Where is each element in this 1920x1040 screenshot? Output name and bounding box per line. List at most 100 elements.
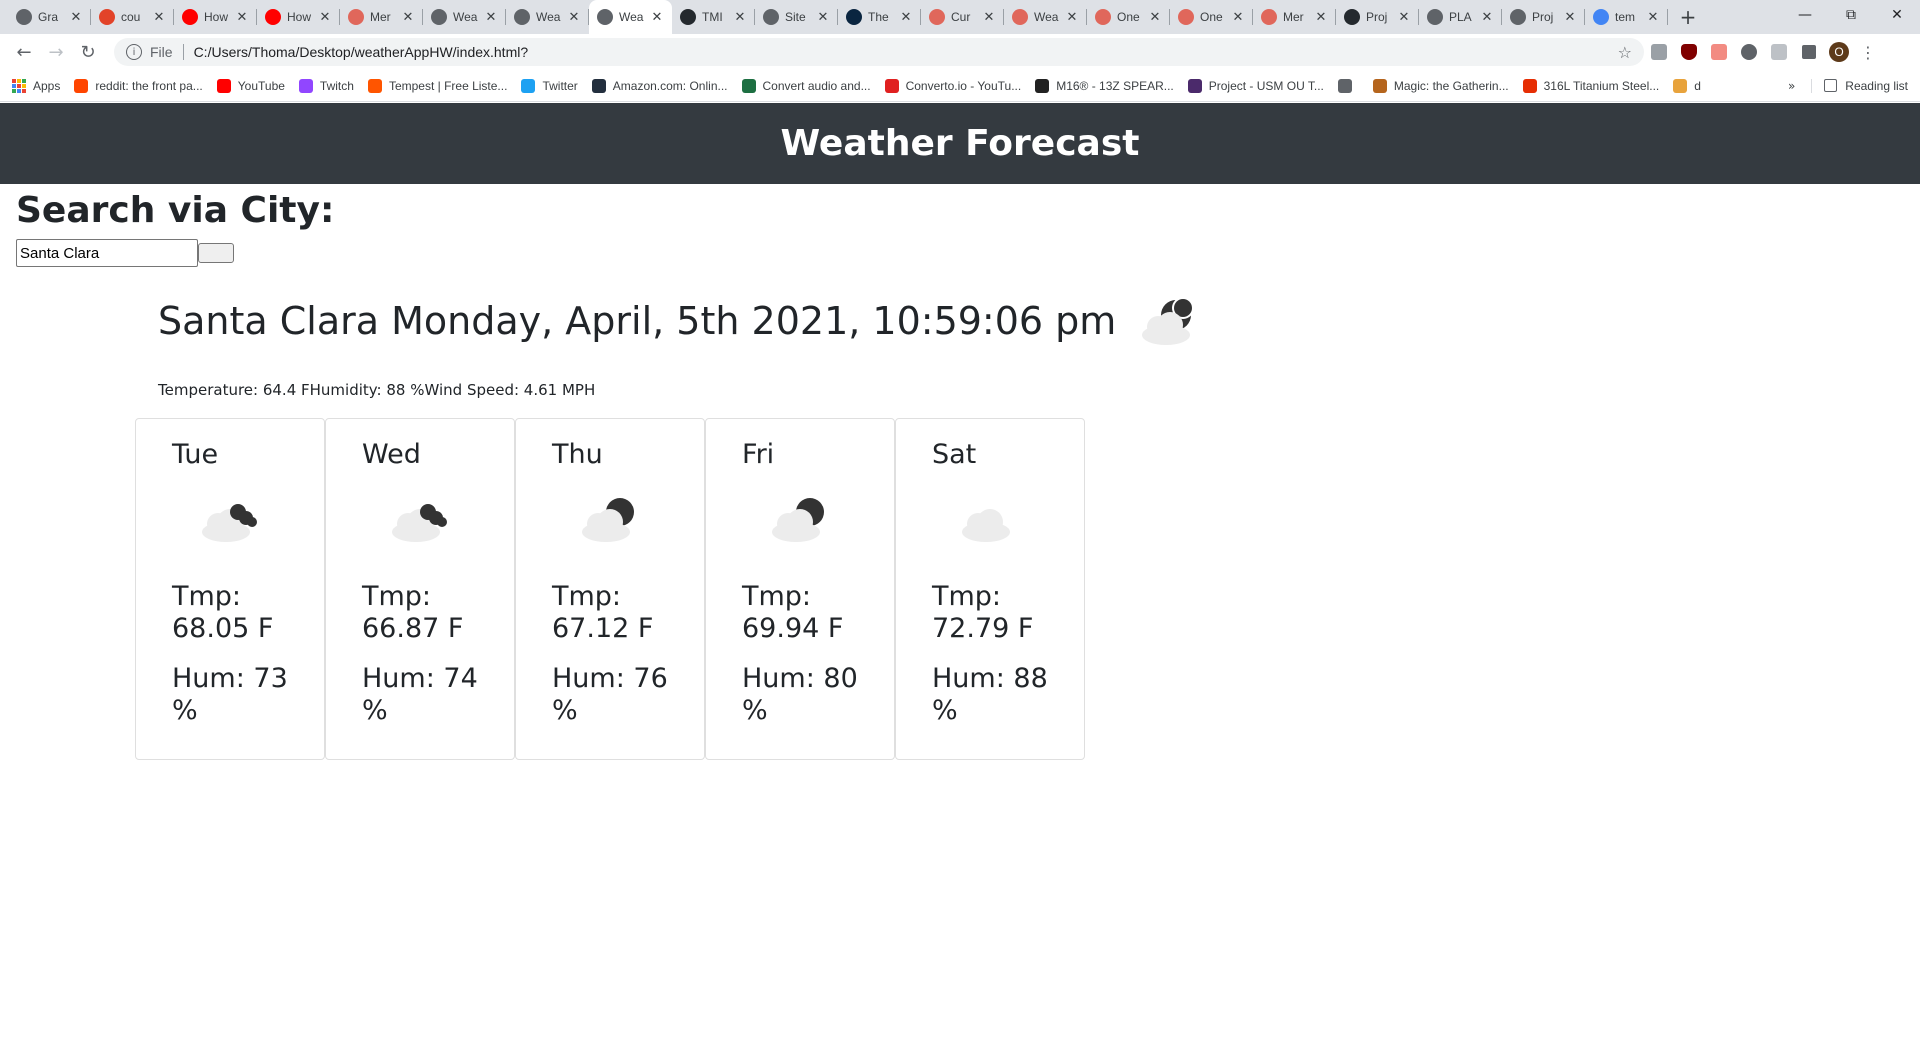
bookmark-favicon-icon (1673, 78, 1688, 93)
bookmark-item[interactable] (1337, 78, 1359, 93)
bookmark-item[interactable]: reddit: the front pa... (74, 78, 203, 93)
tab-close-icon[interactable]: ✕ (401, 10, 415, 25)
restore-icon[interactable]: ⧉ (1828, 0, 1874, 30)
close-window-icon[interactable]: ✕ (1874, 0, 1920, 30)
browser-tab[interactable]: Proj ✕ (1336, 0, 1419, 34)
browser-tab[interactable]: tem ✕ (1585, 0, 1668, 34)
browser-tab[interactable]: Proj ✕ (1502, 0, 1585, 34)
bookmark-list: Apps reddit: the front pa... YouTube Twitch… (12, 78, 1715, 93)
bookmark-item[interactable]: Amazon.com: Onlin... (591, 78, 728, 93)
profile-avatar[interactable]: O (1824, 38, 1854, 66)
menu-kebab-icon[interactable]: ⋮ (1860, 43, 1876, 62)
bookmark-favicon-icon (1522, 78, 1537, 93)
bookmark-item[interactable]: d (1673, 78, 1701, 93)
tab-close-icon[interactable]: ✕ (1065, 10, 1079, 25)
forecast-temperature: Tmp: 69.94 F (742, 581, 844, 644)
bookmark-item[interactable]: Apps (12, 78, 60, 93)
extension-icon[interactable] (1764, 38, 1794, 66)
tab-close-icon[interactable]: ✕ (982, 10, 996, 25)
tab-close-icon[interactable]: ✕ (152, 10, 166, 25)
browser-tab[interactable]: Wea ✕ (589, 0, 672, 34)
extension-icon[interactable] (1644, 38, 1674, 66)
search-button[interactable] (198, 243, 234, 263)
browser-tab[interactable]: Wea ✕ (423, 0, 506, 34)
bookmark-item[interactable]: 316L Titanium Steel... (1522, 78, 1659, 93)
tab-title: Proj (1366, 10, 1388, 24)
tab-close-icon[interactable]: ✕ (1563, 10, 1577, 25)
tab-title: The (868, 10, 889, 24)
extension-icon[interactable] (1704, 38, 1734, 66)
puzzle-icon[interactable] (1794, 38, 1824, 66)
bookmark-item[interactable]: Magic: the Gatherin... (1372, 78, 1509, 93)
bookmark-item[interactable]: Twitch (298, 78, 354, 93)
new-tab-button[interactable]: + (1672, 0, 1704, 34)
url-text[interactable]: C:/Users/Thoma/Desktop/weatherAppHW/inde… (194, 44, 1618, 60)
reading-list-label: Reading list (1845, 78, 1908, 93)
bookmark-favicon-icon (884, 78, 899, 93)
browser-tab[interactable]: How ✕ (174, 0, 257, 34)
bookmark-item[interactable]: Twitter (521, 78, 578, 93)
header-banner: Weather Forecast (0, 103, 1920, 184)
ublock-icon[interactable] (1674, 38, 1704, 66)
browser-tab[interactable]: cou ✕ (91, 0, 174, 34)
square-icon (846, 9, 862, 25)
address-bar[interactable]: i File C:/Users/Thoma/Desktop/weatherApp… (114, 38, 1644, 66)
forecast-card: Sat Tmp: 72.79 F Hum: 88 % (895, 418, 1085, 760)
browser-tab[interactable]: One ✕ (1170, 0, 1253, 34)
tab-close-icon[interactable]: ✕ (650, 10, 664, 25)
browser-tab[interactable]: Mer ✕ (1253, 0, 1336, 34)
bookmark-item[interactable]: Converto.io - YouTu... (884, 78, 1021, 93)
bookmarks-overflow-icon[interactable]: » (1788, 79, 1795, 93)
browser-tab[interactable]: How ✕ (257, 0, 340, 34)
tab-close-icon[interactable]: ✕ (484, 10, 498, 25)
broken-clouds-icon (392, 504, 447, 542)
city-search-input[interactable] (16, 239, 198, 267)
browser-tab[interactable]: Cur ✕ (921, 0, 1004, 34)
tab-close-icon[interactable]: ✕ (1148, 10, 1162, 25)
bookmark-star-icon[interactable]: ☆ (1618, 43, 1632, 62)
extension-icon[interactable] (1734, 38, 1764, 66)
reading-list-button[interactable]: Reading list (1811, 78, 1908, 93)
github-icon (680, 9, 696, 25)
browser-tab[interactable]: One ✕ (1087, 0, 1170, 34)
bookmark-favicon-icon (367, 78, 382, 93)
tab-close-icon[interactable]: ✕ (1646, 10, 1660, 25)
browser-tab[interactable]: Wea ✕ (506, 0, 589, 34)
browser-tab[interactable]: TMI ✕ (672, 0, 755, 34)
browser-tab[interactable]: Mer ✕ (340, 0, 423, 34)
browser-tab[interactable]: Site ✕ (755, 0, 838, 34)
tab-close-icon[interactable]: ✕ (733, 10, 747, 25)
tab-close-icon[interactable]: ✕ (816, 10, 830, 25)
bookmark-item[interactable]: YouTube (216, 78, 285, 93)
bookmark-item[interactable]: M16® - 13Z SPEAR... (1035, 78, 1174, 93)
tab-close-icon[interactable]: ✕ (1480, 10, 1494, 25)
brain-icon (929, 9, 945, 25)
tab-close-icon[interactable]: ✕ (1397, 10, 1411, 25)
browser-tab[interactable]: Wea ✕ (1004, 0, 1087, 34)
tab-close-icon[interactable]: ✕ (1314, 10, 1328, 25)
tab-close-icon[interactable]: ✕ (69, 10, 83, 25)
window-controls: — ⧉ ✕ (1782, 0, 1920, 30)
current-weather: Santa Clara Monday, April, 5th 2021, 10:… (158, 293, 1202, 349)
bookmark-item[interactable]: Project - USM OU T... (1187, 78, 1324, 93)
reading-list-icon (1824, 79, 1838, 92)
bookmark-item[interactable]: Tempest | Free Liste... (367, 78, 507, 93)
reload-icon[interactable]: ↻ (72, 38, 104, 66)
tab-close-icon[interactable]: ✕ (318, 10, 332, 25)
globe-icon (16, 9, 32, 25)
tab-close-icon[interactable]: ✕ (235, 10, 249, 25)
tab-close-icon[interactable]: ✕ (567, 10, 581, 25)
info-icon[interactable]: i (126, 44, 142, 60)
search-heading: Search via City: (16, 190, 335, 231)
browser-tab[interactable]: The ✕ (838, 0, 921, 34)
back-icon[interactable]: ← (8, 38, 40, 66)
bookmark-favicon-icon (1337, 78, 1352, 93)
forecast-temperature: Tmp: 67.12 F (552, 581, 654, 644)
forward-icon[interactable]: → (40, 38, 72, 66)
tab-close-icon[interactable]: ✕ (899, 10, 913, 25)
bookmark-item[interactable]: Convert audio and... (741, 78, 871, 93)
minimize-icon[interactable]: — (1782, 0, 1828, 30)
tab-close-icon[interactable]: ✕ (1231, 10, 1245, 25)
browser-tab[interactable]: PLA ✕ (1419, 0, 1502, 34)
browser-tab[interactable]: Gra ✕ (8, 0, 91, 34)
